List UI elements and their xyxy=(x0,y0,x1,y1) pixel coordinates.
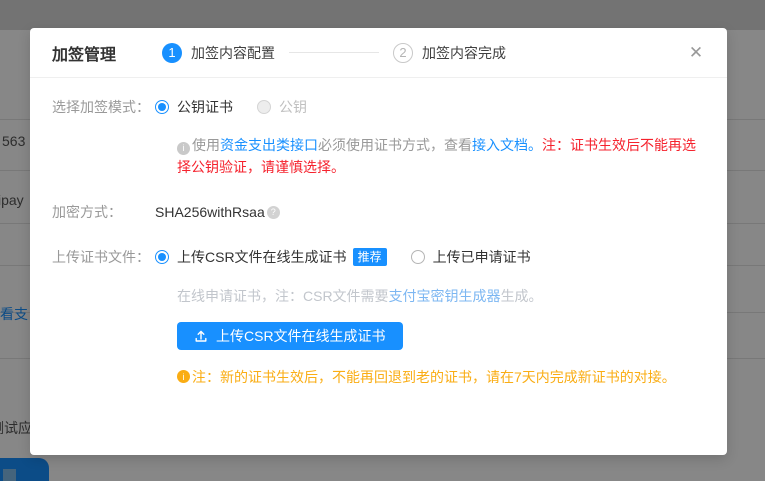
step-connector xyxy=(289,52,379,53)
dialog-body: 选择加签模式： 公钥证书 公钥 i使用资金支出类接口必须使用证书方式，查看接入文… xyxy=(30,78,727,387)
radio-public-key-cert-label[interactable]: 公钥证书 xyxy=(177,97,233,117)
key-generator-link[interactable]: 支付宝密钥生成器 xyxy=(389,288,501,304)
integration-doc-link[interactable]: 接入文档 xyxy=(472,137,528,153)
upload-cert-label: 上传证书文件： xyxy=(52,247,155,267)
hint-text: 生成。 xyxy=(501,288,543,304)
upload-csr-button-label: 上传CSR文件在线生成证书 xyxy=(216,326,386,346)
hint-text: 在线申请证书，注：CSR文件需要 xyxy=(177,288,389,304)
signature-management-dialog: 加签管理 1 加签内容配置 2 加签内容完成 ✕ 选择加签模式： 公钥证书 xyxy=(30,28,727,455)
step-2-label: 加签内容完成 xyxy=(422,43,506,63)
csr-hint: 在线申请证书，注：CSR文件需要支付宝密钥生成器生成。 xyxy=(177,286,709,306)
encryption-label: 加密方式： xyxy=(52,202,155,222)
note-info-icon: i xyxy=(177,370,190,383)
radio-public-key-label: 公钥 xyxy=(279,97,307,117)
sign-mode-options: 公钥证书 公钥 xyxy=(155,97,713,117)
upload-cert-options: 上传CSR文件在线生成证书 推荐 上传已申请证书 xyxy=(155,247,713,267)
new-cert-note-text: 注：新的证书生效后，不能再回退到老的证书，请在7天内完成新证书的对接。 xyxy=(192,367,676,387)
info-icon: i xyxy=(177,142,190,155)
upload-icon xyxy=(194,329,208,343)
radio-upload-existing-label[interactable]: 上传已申请证书 xyxy=(433,247,531,267)
radio-upload-existing[interactable]: 上传已申请证书 xyxy=(411,247,531,267)
step-1-label: 加签内容配置 xyxy=(191,43,275,63)
encryption-row: 加密方式： SHA256withRsaa ? xyxy=(52,202,713,222)
recommended-badge: 推荐 xyxy=(353,248,387,266)
notice-period: 。 xyxy=(528,137,542,153)
encryption-value: SHA256withRsaa xyxy=(155,202,265,222)
stepper: 1 加签内容配置 2 加签内容完成 xyxy=(162,43,506,63)
sign-mode-row: 选择加签模式： 公钥证书 公钥 xyxy=(52,97,713,117)
step-1-number: 1 xyxy=(162,43,182,63)
sign-mode-label: 选择加签模式： xyxy=(52,97,155,117)
step-1: 1 加签内容配置 xyxy=(162,43,275,63)
funds-api-link[interactable]: 资金支出类接口 xyxy=(220,137,318,153)
radio-selected-icon[interactable] xyxy=(155,250,169,264)
close-icon[interactable]: ✕ xyxy=(683,40,709,66)
step-2-number: 2 xyxy=(393,43,413,63)
upload-csr-button[interactable]: 上传CSR文件在线生成证书 xyxy=(177,322,403,350)
radio-public-key-cert[interactable]: 公钥证书 xyxy=(155,97,233,117)
upload-cert-row: 上传证书文件： 上传CSR文件在线生成证书 推荐 上传已申请证书 xyxy=(52,247,713,267)
cert-mode-notice: i使用资金支出类接口必须使用证书方式，查看接入文档。注：证书生效后不能再选择公钥… xyxy=(177,134,709,178)
radio-public-key: 公钥 xyxy=(257,97,307,117)
notice-text: 必须使用证书方式，查看 xyxy=(318,137,472,153)
dialog-title: 加签管理 xyxy=(52,41,116,65)
encryption-value-wrap: SHA256withRsaa ? xyxy=(155,202,713,222)
radio-selected-icon[interactable] xyxy=(155,100,169,114)
help-icon[interactable]: ? xyxy=(267,206,280,219)
radio-upload-csr-label[interactable]: 上传CSR文件在线生成证书 xyxy=(177,247,347,267)
new-cert-note: i 注：新的证书生效后，不能再回退到老的证书，请在7天内完成新证书的对接。 xyxy=(177,367,709,387)
dialog-header: 加签管理 1 加签内容配置 2 加签内容完成 ✕ xyxy=(30,28,727,78)
notice-text: 使用 xyxy=(192,137,220,153)
radio-disabled-icon xyxy=(257,100,271,114)
step-2: 2 加签内容完成 xyxy=(393,43,506,63)
radio-unselected-icon[interactable] xyxy=(411,250,425,264)
radio-upload-csr[interactable]: 上传CSR文件在线生成证书 推荐 xyxy=(155,247,387,267)
